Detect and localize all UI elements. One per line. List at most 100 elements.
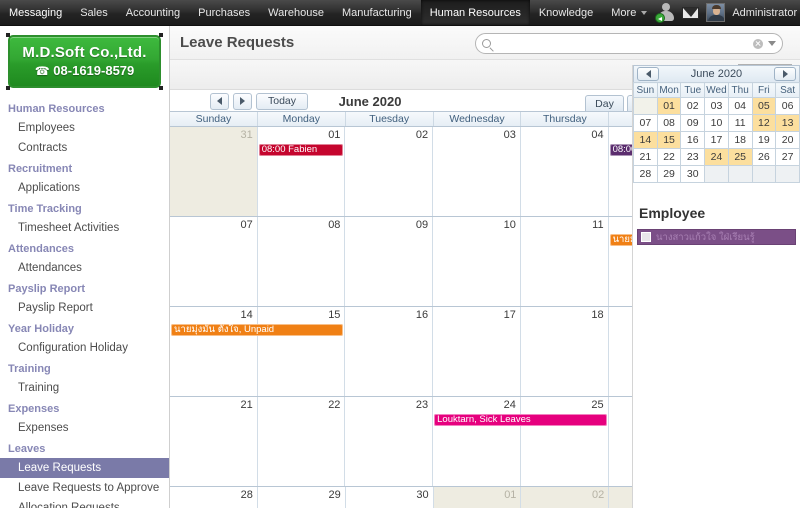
mini-calendar-day[interactable]: 09 bbox=[680, 114, 706, 132]
mini-calendar-next-button[interactable] bbox=[774, 67, 796, 81]
calendar-day-cell[interactable]: 22 bbox=[257, 397, 346, 486]
mini-calendar-day[interactable]: 18 bbox=[727, 131, 753, 149]
calendar-day-cell[interactable]: 17 bbox=[433, 307, 521, 396]
menu-item-human-resources[interactable]: Human Resources bbox=[420, 0, 530, 25]
calendar-day-cell[interactable]: 03 bbox=[433, 127, 521, 216]
sidebar-item-allocation-requests[interactable]: Allocation Requests bbox=[0, 498, 169, 508]
calendar-day-cell[interactable]: 02 bbox=[345, 127, 434, 216]
calendar-day-cell[interactable]: 01 bbox=[433, 487, 522, 508]
employee-filter-checkbox[interactable] bbox=[641, 232, 651, 242]
menu-item-knowledge[interactable]: Knowledge bbox=[530, 0, 602, 25]
menu-item-sales[interactable]: Sales bbox=[71, 0, 117, 25]
mini-calendar-day[interactable]: 25 bbox=[727, 148, 753, 166]
sidebar-item-applications[interactable]: Applications bbox=[0, 178, 169, 198]
menu-item-manufacturing[interactable]: Manufacturing bbox=[333, 0, 421, 25]
calendar-day-cell[interactable]: 09 bbox=[345, 217, 434, 306]
mini-calendar-day[interactable]: 22 bbox=[656, 148, 682, 166]
mini-calendar-day[interactable] bbox=[775, 165, 800, 183]
mini-calendar-day[interactable]: 23 bbox=[680, 148, 706, 166]
mini-calendar-day[interactable]: 03 bbox=[704, 97, 729, 115]
calendar-next-button[interactable] bbox=[233, 92, 252, 110]
menu-item-more[interactable]: More bbox=[602, 0, 656, 25]
mini-calendar-day[interactable]: 16 bbox=[680, 131, 706, 149]
calendar-event[interactable]: 08:00 Fabien bbox=[258, 144, 344, 156]
user-online-icon[interactable] bbox=[655, 3, 675, 23]
mini-calendar-day[interactable] bbox=[704, 165, 729, 183]
employee-filter-item[interactable]: นางสาวแก้วใจ ใฝ่เรียนรู้ bbox=[637, 229, 796, 245]
mini-calendar-day[interactable]: 10 bbox=[704, 114, 729, 132]
mini-calendar-day[interactable]: 04 bbox=[727, 97, 753, 115]
mini-calendar-day[interactable]: 21 bbox=[633, 148, 658, 166]
menu-item-purchases[interactable]: Purchases bbox=[189, 0, 259, 25]
mini-calendar-day[interactable]: 13 bbox=[775, 114, 800, 132]
user-name-label[interactable]: Administrator bbox=[732, 7, 797, 19]
mini-calendar-day[interactable]: 12 bbox=[751, 114, 777, 132]
mini-calendar-day[interactable] bbox=[727, 165, 753, 183]
calendar-day-cell[interactable]: 24 bbox=[433, 397, 521, 486]
calendar-day-cell[interactable]: 07 bbox=[170, 217, 258, 306]
calendar-day-cell[interactable]: 18 bbox=[520, 307, 609, 396]
calendar-day-cell[interactable]: 21 bbox=[170, 397, 258, 486]
mini-calendar-day[interactable]: 26 bbox=[751, 148, 777, 166]
mini-calendar-day[interactable]: 29 bbox=[656, 165, 682, 183]
avatar[interactable] bbox=[706, 3, 726, 22]
mini-calendar-day[interactable]: 30 bbox=[680, 165, 706, 183]
sidebar-item-timesheet-activities[interactable]: Timesheet Activities bbox=[0, 218, 169, 238]
sidebar-item-contracts[interactable]: Contracts bbox=[0, 138, 169, 158]
mail-icon[interactable] bbox=[682, 6, 700, 19]
mini-calendar-day[interactable] bbox=[751, 165, 777, 183]
calendar-day-cell[interactable]: 08 bbox=[257, 217, 346, 306]
chevron-down-icon[interactable] bbox=[768, 41, 776, 46]
sidebar-item-configuration-holiday[interactable]: Configuration Holiday bbox=[0, 338, 169, 358]
sidebar-item-attendances[interactable]: Attendances bbox=[0, 258, 169, 278]
calendar-day-cell[interactable]: 25 bbox=[520, 397, 609, 486]
mini-calendar-day[interactable]: 02 bbox=[680, 97, 706, 115]
sidebar-item-expenses[interactable]: Expenses bbox=[0, 418, 169, 438]
menu-item-messaging[interactable]: Messaging bbox=[0, 0, 71, 25]
calendar-day-cell[interactable]: 14 bbox=[170, 307, 258, 396]
calendar-scale-day[interactable]: Day bbox=[585, 95, 624, 111]
calendar-day-cell[interactable]: 31 bbox=[170, 127, 258, 216]
calendar-day-cell[interactable]: 02 bbox=[521, 487, 610, 508]
mini-calendar-day[interactable]: 24 bbox=[704, 148, 729, 166]
calendar-day-cell[interactable]: 23 bbox=[345, 397, 434, 486]
menu-item-warehouse[interactable]: Warehouse bbox=[259, 0, 333, 25]
search-box[interactable] bbox=[475, 33, 783, 54]
sidebar-item-leave-requests-to-approve[interactable]: Leave Requests to Approve bbox=[0, 478, 169, 498]
mini-calendar-day[interactable]: 28 bbox=[633, 165, 658, 183]
calendar-day-cell[interactable]: 10 bbox=[433, 217, 521, 306]
sidebar-item-leave-requests[interactable]: Leave Requests bbox=[0, 458, 169, 478]
menu-item-accounting[interactable]: Accounting bbox=[117, 0, 189, 25]
calendar-day-cell[interactable]: 15 bbox=[257, 307, 346, 396]
mini-calendar-day[interactable]: 17 bbox=[704, 131, 729, 149]
mini-calendar-day[interactable]: 27 bbox=[775, 148, 800, 166]
calendar-day-cell[interactable]: 29 bbox=[257, 487, 346, 508]
mini-calendar-day[interactable]: 06 bbox=[775, 97, 800, 115]
sidebar-item-employees[interactable]: Employees bbox=[0, 118, 169, 138]
sidebar-item-payslip-report[interactable]: Payslip Report bbox=[0, 298, 169, 318]
clear-icon[interactable] bbox=[753, 38, 763, 49]
calendar-prev-button[interactable] bbox=[210, 92, 229, 110]
mini-calendar-day[interactable]: 11 bbox=[727, 114, 753, 132]
calendar-day-cell[interactable]: 11 bbox=[520, 217, 609, 306]
mini-calendar-day[interactable]: 05 bbox=[751, 97, 777, 115]
mini-calendar-prev-button[interactable] bbox=[637, 67, 659, 81]
mini-calendar-day[interactable]: 15 bbox=[656, 131, 682, 149]
sidebar-item-training[interactable]: Training bbox=[0, 378, 169, 398]
calendar-day-cell[interactable]: 01 bbox=[257, 127, 346, 216]
calendar-event[interactable]: Louktarn, Sick Leaves bbox=[434, 414, 607, 426]
mini-calendar-day[interactable]: 07 bbox=[633, 114, 658, 132]
mini-calendar-day[interactable]: 01 bbox=[656, 97, 682, 115]
calendar-day-cell[interactable]: 04 bbox=[520, 127, 609, 216]
calendar-event[interactable]: นายมุ่งมั่น ตั้งใจ, Unpaid bbox=[171, 324, 344, 336]
mini-calendar-day[interactable]: 19 bbox=[751, 131, 777, 149]
calendar-day-cell[interactable]: 30 bbox=[345, 487, 434, 508]
calendar-day-cell[interactable]: 16 bbox=[345, 307, 434, 396]
mini-calendar-day[interactable]: 14 bbox=[633, 131, 658, 149]
search-input[interactable] bbox=[495, 36, 753, 51]
mini-calendar-day[interactable] bbox=[633, 97, 658, 115]
calendar-day-cell[interactable]: 28 bbox=[170, 487, 258, 508]
calendar-today-button[interactable]: Today bbox=[256, 92, 308, 110]
mini-calendar-day[interactable]: 20 bbox=[775, 131, 800, 149]
mini-calendar-day[interactable]: 08 bbox=[656, 114, 682, 132]
